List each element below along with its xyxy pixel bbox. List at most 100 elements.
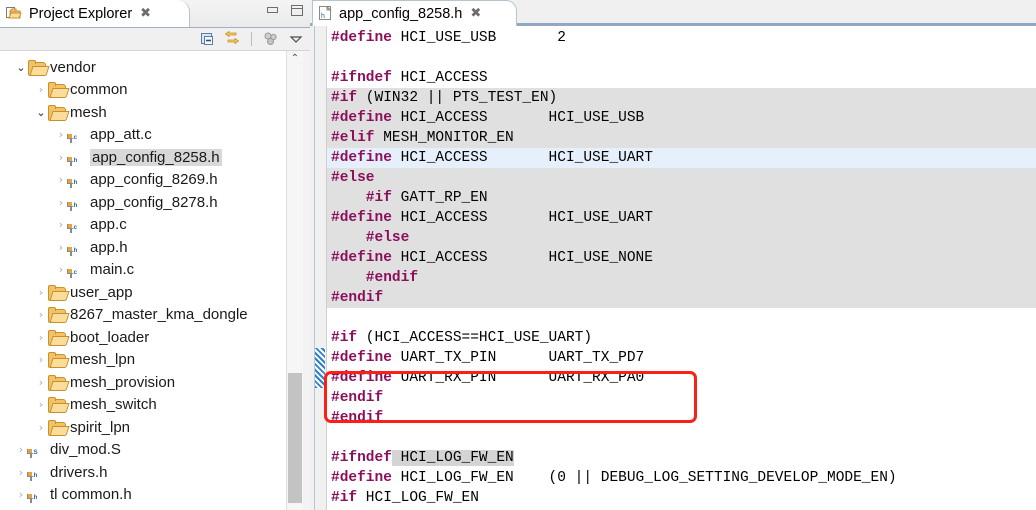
tree-item-vendor[interactable]: ⌄ vendor <box>0 56 286 79</box>
tree-item-main-c[interactable]: › .c main.c <box>0 259 286 282</box>
editor-tab-title: app_config_8258.h <box>339 5 463 22</box>
close-icon[interactable]: ✖ <box>470 6 481 21</box>
code-line: #ifndef HCI_ACCESS <box>327 68 1036 88</box>
source-lines: #define HCI_USE_USB 2 #ifndef HCI_ACCESS #… <box>327 26 1036 510</box>
code-line: #define HCI_ACCESS HCI_USE_USB <box>327 108 1036 128</box>
folder-icon <box>48 82 66 99</box>
chevron-right-icon[interactable]: › <box>34 331 48 344</box>
editor-tabbar: h app_config_8258.h ✖ <box>310 0 1036 26</box>
code-text: HCI_ACCESS HCI_USE_USB <box>391 110 645 126</box>
chevron-down-icon[interactable]: ⌄ <box>34 106 48 119</box>
tree-item-app-h[interactable]: › .h app.h <box>0 236 286 259</box>
chevron-down-icon[interactable] <box>288 31 304 47</box>
folder-icon <box>48 307 66 324</box>
maximize-icon[interactable] <box>290 4 304 20</box>
project-explorer-tabbar: Project Explorer ✖ <box>0 0 310 28</box>
chevron-right-icon[interactable]: › <box>34 83 48 96</box>
editor-gutter[interactable] <box>310 26 327 510</box>
chevron-right-icon[interactable]: › <box>14 466 28 479</box>
editor-body[interactable]: #define HCI_USE_USB 2 #ifndef HCI_ACCESS #… <box>310 26 1036 510</box>
tree-item-label: 8267_master_kma_dongle <box>70 306 248 324</box>
tree-item-app-config-8258-h[interactable]: › .h app_config_8258.h <box>0 146 286 169</box>
tab-project-explorer[interactable]: Project Explorer ✖ <box>0 0 190 27</box>
code-line: #elif MESH_MONITOR_EN <box>327 128 1036 148</box>
chevron-right-icon[interactable]: › <box>34 398 48 411</box>
tree-item-label: user_app <box>70 283 133 301</box>
preprocessor-keyword: #define <box>331 110 392 126</box>
chevron-right-icon[interactable]: › <box>14 488 28 501</box>
tab-app-config-8258[interactable]: h app_config_8258.h ✖ <box>312 0 517 26</box>
tree-item-8267-master-kma-dongle[interactable]: › 8267_master_kma_dongle <box>0 304 286 327</box>
collapse-all-icon[interactable] <box>199 31 215 47</box>
chevron-right-icon[interactable]: › <box>54 218 68 231</box>
chevron-right-icon[interactable]: › <box>14 443 28 456</box>
folder-icon <box>48 352 66 369</box>
folder-icon <box>48 374 66 391</box>
chevron-right-icon[interactable]: › <box>54 128 68 141</box>
tree-item-label: main.c <box>90 261 135 279</box>
tree-item-mesh-provision[interactable]: › mesh_provision <box>0 371 286 394</box>
project-tree[interactable]: ⌄ vendor › common ⌄ mesh › .c app_att.c › .h app_co… <box>0 50 310 510</box>
tree-item-mesh-switch[interactable]: › mesh_switch <box>0 394 286 417</box>
tree-item-mesh[interactable]: ⌄ mesh <box>0 101 286 124</box>
tree-scrollbar-thumb[interactable] <box>288 373 302 503</box>
code-line: #if (WIN32 || PTS_TEST_EN) <box>327 88 1036 108</box>
tree-item-app-c[interactable]: › .c app.c <box>0 214 286 237</box>
code-line: #endif <box>327 408 1036 428</box>
preprocessor-keyword: #endif <box>331 390 384 406</box>
tree-item-mesh-lpn[interactable]: › mesh_lpn <box>0 349 286 372</box>
chevron-right-icon[interactable]: › <box>54 196 68 209</box>
code-text: HCI_ACCESS HCI_USE_UART <box>391 210 653 226</box>
tree-item-label: mesh <box>70 103 107 121</box>
code-text: UART_TX_PIN UART_TX_PD7 <box>391 350 645 366</box>
chevron-right-icon[interactable]: › <box>54 151 68 164</box>
chevron-right-icon[interactable]: › <box>54 241 68 254</box>
code-line: #else <box>327 168 1036 188</box>
view-right-edge <box>303 51 310 510</box>
code-line: #endif <box>327 268 1036 288</box>
code-line: #if (HCI_ACCESS==HCI_USE_UART) <box>327 328 1036 348</box>
close-icon[interactable]: ✖ <box>140 6 151 21</box>
chevron-right-icon[interactable]: › <box>34 308 48 321</box>
preprocessor-keyword: #endif <box>331 270 419 286</box>
chevron-right-icon[interactable]: › <box>34 421 48 434</box>
tree-item-app-config-8278-h[interactable]: › .h app_config_8278.h <box>0 191 286 214</box>
view-menu-icon[interactable] <box>263 31 279 47</box>
tree-item-spirit-lpn[interactable]: › spirit_lpn <box>0 416 286 439</box>
file-icon: .h <box>70 156 78 166</box>
chevron-right-icon[interactable]: › <box>34 286 48 299</box>
code-area[interactable]: #define HCI_USE_USB 2 #ifndef HCI_ACCESS #… <box>327 26 1036 510</box>
scroll-up-icon[interactable]: ⌃ <box>287 53 303 67</box>
tree-item-user-app[interactable]: › user_app <box>0 281 286 304</box>
tree-item-label: div_mod.S <box>50 441 121 459</box>
link-with-editor-icon[interactable] <box>224 30 240 47</box>
tree-item-drivers-h[interactable]: › .h drivers.h <box>0 461 286 484</box>
file-icon: .S <box>30 449 38 459</box>
tree-item-common[interactable]: › common <box>0 79 286 102</box>
tree-item-boot-loader[interactable]: › boot_loader <box>0 326 286 349</box>
chevron-right-icon[interactable]: › <box>34 376 48 389</box>
file-icon: .h <box>30 471 38 481</box>
tree-item-div-mod-s[interactable]: › .S div_mod.S <box>0 439 286 462</box>
chevron-right-icon[interactable]: › <box>54 173 68 186</box>
project-explorer-icon <box>6 6 22 21</box>
tree-item-label: boot_loader <box>70 328 150 346</box>
tree-item-app-config-8269-h[interactable]: › .h app_config_8269.h <box>0 169 286 192</box>
preprocessor-keyword: #ifndef <box>331 450 392 466</box>
folder-icon <box>48 329 66 346</box>
chevron-right-icon[interactable]: › <box>54 263 68 276</box>
chevron-right-icon[interactable]: › <box>34 353 48 366</box>
code-text: HCI_LOG_FW_EN (0 || DEBUG_LOG_SETTING_DE… <box>391 470 897 486</box>
tree-scrollbar[interactable]: ⌃ <box>286 51 303 510</box>
folder-icon <box>48 419 66 436</box>
tree-item-tl-common-h[interactable]: › .h tl common.h <box>0 484 286 507</box>
folder-icon <box>48 284 66 301</box>
minimize-icon[interactable] <box>266 5 280 20</box>
project-explorer-title: Project Explorer <box>29 5 133 22</box>
code-text: HCI_USE_USB 2 <box>391 30 566 46</box>
chevron-down-icon[interactable]: ⌄ <box>14 61 28 74</box>
tree-item-app-att-c[interactable]: › .c app_att.c <box>0 124 286 147</box>
file-icon: .h <box>70 246 78 256</box>
tree-item-label: app_config_8258.h <box>90 148 222 166</box>
